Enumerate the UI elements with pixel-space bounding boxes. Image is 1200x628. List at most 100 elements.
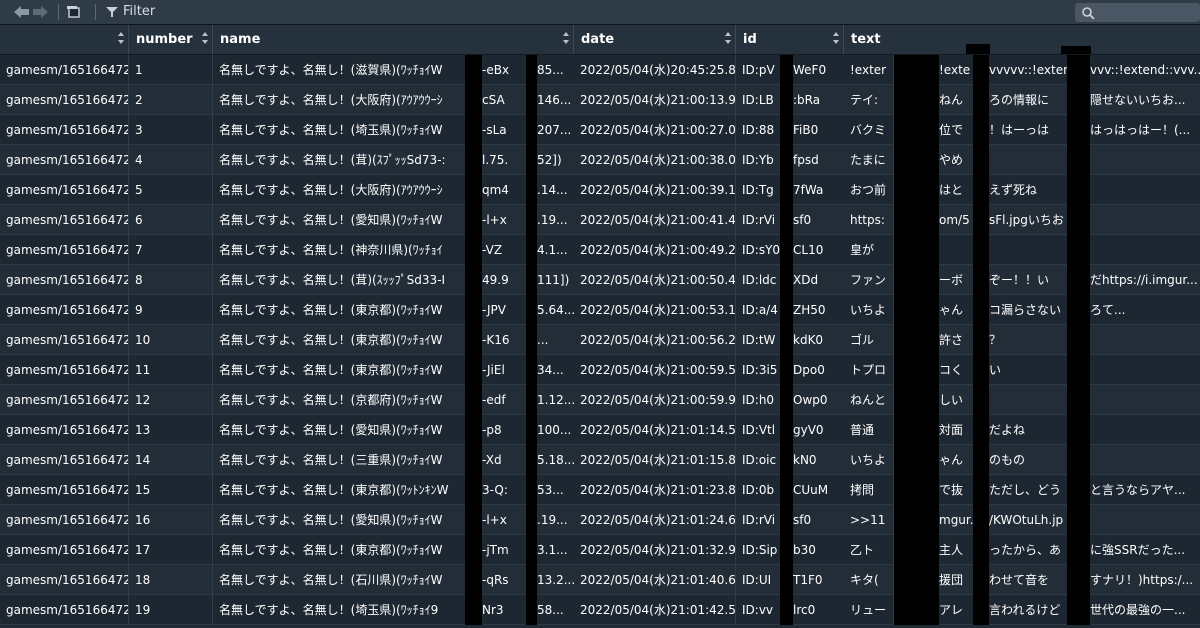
table-row[interactable]: gamesm/1651664725/2 名無しですよ、名無し！(大阪府)(ｱｳｱｳ… — [0, 85, 1200, 115]
table-row[interactable]: gamesm/1651664725/8 名無しですよ、名無し！(茸)(ｽｯｯﾌﾟS… — [0, 265, 1200, 295]
cell-id: ID:rVi — [736, 505, 781, 535]
redaction-bar — [465, 145, 482, 175]
cell-id-fragment: lrc0 — [793, 603, 816, 617]
cell-text-fragment — [1090, 355, 1200, 385]
table-row[interactable]: gamesm/1651664725/4 名無しですよ、名無し！(茸)(ｽﾌﾟｯｯS… — [0, 145, 1200, 175]
cell-text-fragment: ろの情報に — [989, 93, 1050, 107]
cell-text-fragment: 許さ — [939, 333, 964, 347]
column-header-url[interactable] — [0, 25, 129, 54]
table-row[interactable]: gamesm/1651664725/9 名無しですよ、名無し！(東京都)(ﾜｯﾁｮ… — [0, 295, 1200, 325]
redaction-bar — [526, 235, 537, 265]
sort-arrows-icon[interactable] — [725, 32, 731, 44]
table-row[interactable]: gamesm/1651664725/6 名無しですよ、名無し！(愛知県)(ﾜｯﾁｮ… — [0, 205, 1200, 235]
back-arrow-icon[interactable] — [12, 5, 30, 19]
table-row[interactable]: gamesm/1651664725/19 名無しですよ、名無し！(埼玉県)(ﾜｯﾁ… — [0, 595, 1200, 625]
redaction-bar — [973, 85, 989, 115]
table-row[interactable]: gamesm/1651664725/3 名無しですよ、名無し！(埼玉県)(ﾜｯﾁｮ… — [0, 115, 1200, 145]
cell-text: リュー — [844, 595, 894, 625]
redaction-bar — [894, 505, 939, 535]
redaction-bar — [1067, 115, 1090, 145]
redaction-bar — [465, 445, 482, 475]
cell-text-fragment — [939, 235, 973, 265]
column-header-name[interactable]: name — [213, 25, 574, 54]
redaction-bar — [526, 265, 537, 295]
cell-text-fragment: vvv::!extend::vvv... — [1090, 63, 1200, 77]
table-row[interactable]: gamesm/1651664725/14 名無しですよ、名無し！(三重県)(ﾜｯﾁ… — [0, 445, 1200, 475]
cell-id: ID:vv — [736, 595, 781, 625]
cell-text-fragment — [1090, 445, 1200, 475]
cell-id-fragment: XDd — [793, 273, 819, 287]
sort-arrows-icon[interactable] — [833, 32, 839, 44]
cell-name: 名無しですよ、名無し！(東京都)(ﾜｯﾁｮｲW — [213, 355, 466, 385]
filter-button[interactable]: Filter — [123, 4, 155, 19]
cell-date: 2022/05/04(水)21:00:53.14 — [574, 295, 736, 325]
table-row[interactable]: gamesm/1651664725/18 名無しですよ、名無し！(石川県)(ﾜｯﾁ… — [0, 565, 1200, 595]
forward-arrow-icon[interactable] — [32, 5, 50, 19]
redaction-bar — [973, 415, 989, 445]
redaction-bar — [780, 115, 793, 145]
sort-arrows-icon[interactable] — [563, 32, 569, 44]
redaction-bar — [1067, 85, 1090, 115]
redaction-bar — [1067, 235, 1090, 265]
cell-date: 2022/05/04(水)21:00:50.48 — [574, 265, 736, 295]
filter-icon[interactable] — [105, 5, 119, 19]
redaction-bar — [526, 445, 537, 475]
table-row[interactable]: gamesm/1651664725/17 名無しですよ、名無し！(東京都)(ﾜｯﾁ… — [0, 535, 1200, 565]
redaction-bar — [894, 145, 939, 175]
cell-url: gamesm/1651664725/ — [0, 295, 129, 325]
redaction-bar — [894, 445, 939, 475]
cell-id-fragment: CL10 — [793, 243, 824, 257]
cell-text: 乙ト — [844, 535, 894, 565]
table-row[interactable]: gamesm/1651664725/11 名無しですよ、名無し！(東京都)(ﾜｯﾁ… — [0, 355, 1200, 385]
table-row[interactable]: gamesm/1651664725/1 名無しですよ、名無し！(滋賀県)(ﾜｯﾁｮ… — [0, 55, 1200, 85]
table-row[interactable]: gamesm/1651664725/12 名無しですよ、名無し！(京都府)(ﾜｯﾁ… — [0, 385, 1200, 415]
cell-number: 16 — [129, 505, 213, 535]
redaction-bar — [526, 145, 537, 175]
table-row[interactable]: gamesm/1651664725/5 名無しですよ、名無し！(大阪府)(ｱｳｱｳ… — [0, 175, 1200, 205]
sort-arrows-icon[interactable] — [118, 32, 124, 44]
cell-text-fragment: 主人 — [939, 543, 964, 557]
cell-date: 2022/05/04(水)21:01:40.61 — [574, 565, 736, 595]
column-header-date[interactable]: date — [574, 25, 736, 54]
table-row[interactable]: gamesm/1651664725/10 名無しですよ、名無し！(東京都)(ﾜｯﾁ… — [0, 325, 1200, 355]
redaction-bar — [526, 355, 537, 385]
redaction-bar — [780, 535, 793, 565]
redaction-bar — [526, 325, 537, 355]
cell-name: 名無しですよ、名無し！(滋賀県)(ﾜｯﾁｮｲW — [213, 55, 466, 85]
search-input[interactable] — [1075, 3, 1200, 22]
cell-text-fragment: だhttps://i.imgur... — [1090, 273, 1198, 287]
cell-name-fragment: 53... — [537, 483, 564, 497]
redaction-bar — [966, 44, 990, 54]
table-row[interactable]: gamesm/1651664725/15 名無しですよ、名無し！(東京都)(ﾜｯﾄ… — [0, 475, 1200, 505]
cell-text-fragment: !exte — [939, 63, 971, 77]
cell-url: gamesm/1651664725/ — [0, 205, 129, 235]
redaction-bar — [1067, 265, 1090, 295]
popout-icon[interactable] — [66, 5, 82, 19]
redaction-bar — [973, 595, 989, 625]
cell-text: キタ( — [844, 565, 894, 595]
redaction-bar — [780, 175, 793, 205]
table-row[interactable]: gamesm/1651664725/7 名無しですよ、名無し！(神奈川県)(ﾜｯﾁ… — [0, 235, 1200, 265]
cell-date: 2022/05/04(水)21:01:14.58 — [574, 415, 736, 445]
redaction-bar — [526, 535, 537, 565]
redaction-bar — [526, 295, 537, 325]
column-header-text[interactable]: text — [844, 25, 1200, 54]
column-header-number[interactable]: number — [129, 25, 213, 54]
redaction-bar — [780, 145, 793, 175]
column-header-id[interactable]: id — [736, 25, 844, 54]
cell-id: ID:tW — [736, 325, 781, 355]
cell-text-fragment: だよね — [989, 423, 1026, 437]
table-row[interactable]: gamesm/1651664725/13 名無しですよ、名無し！(愛知県)(ﾜｯﾁ… — [0, 415, 1200, 445]
cell-text-fragment: mgur. — [939, 513, 973, 527]
table-row[interactable]: gamesm/1651664725/16 名無しですよ、名無し！(愛知県)(ﾜｯﾁ… — [0, 505, 1200, 535]
redaction-bar — [465, 415, 482, 445]
cell-name: 名無しですよ、名無し！(茸)(ｽﾌﾟｯｯSd73-: — [213, 145, 466, 175]
redaction-bar — [780, 295, 793, 325]
cell-url: gamesm/1651664725/ — [0, 145, 129, 175]
cell-text-fragment: ゃん — [939, 303, 964, 317]
cell-name: 名無しですよ、名無し！(埼玉県)(ﾜｯﾁｮｲ9 — [213, 595, 466, 625]
cell-text-fragment: い — [989, 363, 1002, 377]
cell-text-fragment — [989, 145, 1067, 175]
sort-arrows-icon[interactable] — [202, 32, 208, 44]
redaction-bar — [1067, 175, 1090, 205]
